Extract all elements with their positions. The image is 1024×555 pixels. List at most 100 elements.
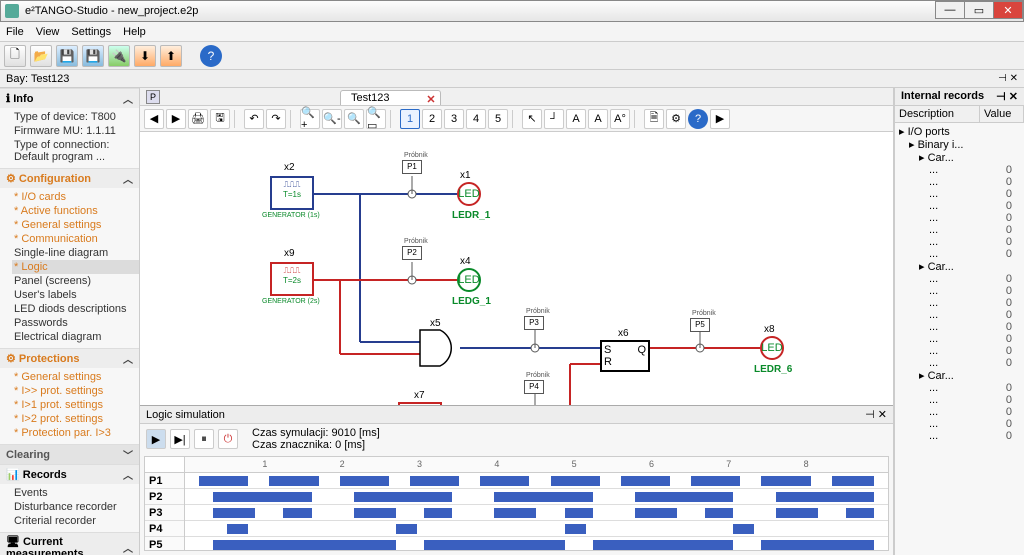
zoomout-icon[interactable]: 🔍-: [322, 109, 342, 129]
cfg-active[interactable]: * Active functions: [12, 204, 139, 218]
probe-p2[interactable]: P2: [402, 246, 422, 260]
run-icon[interactable]: ▶: [710, 109, 730, 129]
cfg-sld[interactable]: Single-line diagram: [12, 246, 139, 260]
probe-p4[interactable]: P4: [524, 380, 544, 394]
cfg-logic[interactable]: * Logic: [12, 260, 139, 274]
sim-step-icon[interactable]: ▶|: [170, 429, 190, 449]
tab-close-icon[interactable]: ✕: [426, 93, 435, 106]
prot-general[interactable]: * General settings: [12, 370, 139, 384]
save-icon[interactable]: 💾: [56, 45, 78, 67]
new-icon[interactable]: 🗋: [4, 45, 26, 67]
connect-icon[interactable]: 🔌: [108, 45, 130, 67]
text2-icon[interactable]: A: [588, 109, 608, 129]
page-5[interactable]: 5: [488, 109, 508, 129]
page-1[interactable]: 1: [400, 109, 420, 129]
accordion-clearing[interactable]: Clearing﹀: [0, 445, 139, 464]
block-flipflop[interactable]: S Q R: [600, 340, 650, 372]
probe-p3[interactable]: P3: [524, 316, 544, 330]
prot-i3[interactable]: * I>2 prot. settings: [12, 412, 139, 426]
cfg-led[interactable]: LED diods descriptions: [12, 302, 139, 316]
zoomsel-icon[interactable]: 🔍▭: [366, 109, 386, 129]
waveform-view[interactable]: P1 P2 P3 P4 P5 12345678: [144, 456, 889, 551]
rename-icon[interactable]: A°: [610, 109, 630, 129]
redo-icon[interactable]: ↷: [266, 109, 286, 129]
cfg-panel[interactable]: Panel (screens): [12, 274, 139, 288]
block-button[interactable]: F1 ◉: [398, 402, 442, 405]
cfg-general[interactable]: * General settings: [12, 218, 139, 232]
zoomfit-icon[interactable]: 🔍: [344, 109, 364, 129]
tab-test123[interactable]: Test123 ✕: [340, 90, 441, 105]
doc-icon[interactable]: 🗎: [644, 109, 664, 129]
cfg-pwd[interactable]: Passwords: [12, 316, 139, 330]
help-icon[interactable]: ?: [200, 45, 222, 67]
wave-track-p1: [185, 473, 888, 489]
prot-i4[interactable]: * Protection par. I>3: [12, 426, 139, 440]
led-g1[interactable]: LED: [457, 268, 481, 292]
col-description[interactable]: Description: [895, 106, 980, 122]
sidebar: ℹ Info︿ Type of device: T800 Firmware MU…: [0, 88, 140, 555]
block-generator2[interactable]: ⎍⎍⎍ T=2s: [270, 262, 314, 296]
page-3[interactable]: 3: [444, 109, 464, 129]
undo-icon[interactable]: ↶: [244, 109, 264, 129]
accordion-measurements[interactable]: 🖥 Current measurements︿: [0, 533, 139, 555]
page-2[interactable]: 2: [422, 109, 442, 129]
rec-crit[interactable]: Criterial recorder: [12, 514, 139, 528]
menu-settings[interactable]: Settings: [71, 26, 111, 38]
pointer-icon[interactable]: ↖: [522, 109, 542, 129]
fwd-icon[interactable]: ▶: [166, 109, 186, 129]
menu-file[interactable]: File: [6, 26, 24, 38]
page-4[interactable]: 4: [466, 109, 486, 129]
caption-gen2: GENERATOR (2s): [262, 298, 320, 305]
wave-track-p3: [185, 505, 888, 521]
led-r6[interactable]: LED: [760, 336, 784, 360]
rec-dist[interactable]: Disturbance recorder: [12, 500, 139, 514]
rec-events[interactable]: Events: [12, 486, 139, 500]
maximize-button[interactable]: ▭: [964, 1, 994, 19]
upload-icon[interactable]: ⬆: [160, 45, 182, 67]
gear-icon[interactable]: ⚙: [666, 109, 686, 129]
menu-help[interactable]: Help: [123, 26, 146, 38]
print-icon[interactable]: 🖨: [188, 109, 208, 129]
accordion-info[interactable]: ℹ Info︿: [0, 89, 139, 108]
saveall-icon[interactable]: 💾: [82, 45, 104, 67]
cfg-ediag[interactable]: Electrical diagram: [12, 330, 139, 344]
records-pin-icon[interactable]: ⊣ ✕: [996, 90, 1018, 103]
col-value[interactable]: Value: [980, 106, 1024, 122]
back-icon[interactable]: ◀: [144, 109, 164, 129]
doc-help-icon[interactable]: ?: [688, 109, 708, 129]
sim-play-icon[interactable]: ▶: [146, 429, 166, 449]
pin-icon[interactable]: ⊣ ✕: [998, 73, 1018, 84]
sim-stop-icon[interactable]: ⏻: [218, 429, 238, 449]
app-icon: [5, 4, 19, 18]
open-icon[interactable]: 📂: [30, 45, 52, 67]
export-icon[interactable]: 🖫: [210, 109, 230, 129]
titlebar: e²TANGO-Studio - new_project.e2p — ▭ ✕: [0, 0, 1024, 22]
diagram-canvas[interactable]: x2 ⎍⎍⎍ T=1s GENERATOR (1s) x9 ⎍⎍⎍ T=2s G…: [140, 132, 893, 405]
zoomin-icon[interactable]: 🔍+: [300, 109, 320, 129]
probe-p5[interactable]: P5: [690, 318, 710, 332]
accordion-protections[interactable]: ⚙ Protections︿: [0, 349, 139, 368]
wire-icon[interactable]: ┘: [544, 109, 564, 129]
minimize-button[interactable]: —: [935, 1, 965, 19]
block-generator1[interactable]: ⎍⎍⎍ T=1s: [270, 176, 314, 210]
wave-label-p3: P3: [145, 505, 184, 521]
text-icon[interactable]: A: [566, 109, 586, 129]
cfg-iocards[interactable]: * I/O cards: [12, 190, 139, 204]
cfg-labels[interactable]: User's labels: [12, 288, 139, 302]
accordion-records[interactable]: 📊 Records︿: [0, 465, 139, 484]
download-icon[interactable]: ⬇: [134, 45, 156, 67]
menu-view[interactable]: View: [36, 26, 60, 38]
tab-label: Test123: [351, 92, 390, 104]
cfg-comm[interactable]: * Communication: [12, 232, 139, 246]
prot-i1[interactable]: * I>> prot. settings: [12, 384, 139, 398]
probe-p1[interactable]: P1: [402, 160, 422, 174]
sim-pause-icon[interactable]: ⏸: [194, 429, 214, 449]
close-button[interactable]: ✕: [993, 1, 1023, 19]
records-tree[interactable]: ▸ I/O ports▸ Binary i...▸ Car......0...0…: [895, 123, 1024, 555]
bay-label: Bay: Test123: [6, 73, 69, 85]
prot-i2[interactable]: * I>1 prot. settings: [12, 398, 139, 412]
page-icon[interactable]: P: [146, 90, 160, 104]
led-r1[interactable]: LED: [457, 182, 481, 206]
accordion-configuration[interactable]: ⚙ Configuration︿: [0, 169, 139, 188]
logic-pin-icon[interactable]: ⊣ ✕: [865, 408, 887, 421]
